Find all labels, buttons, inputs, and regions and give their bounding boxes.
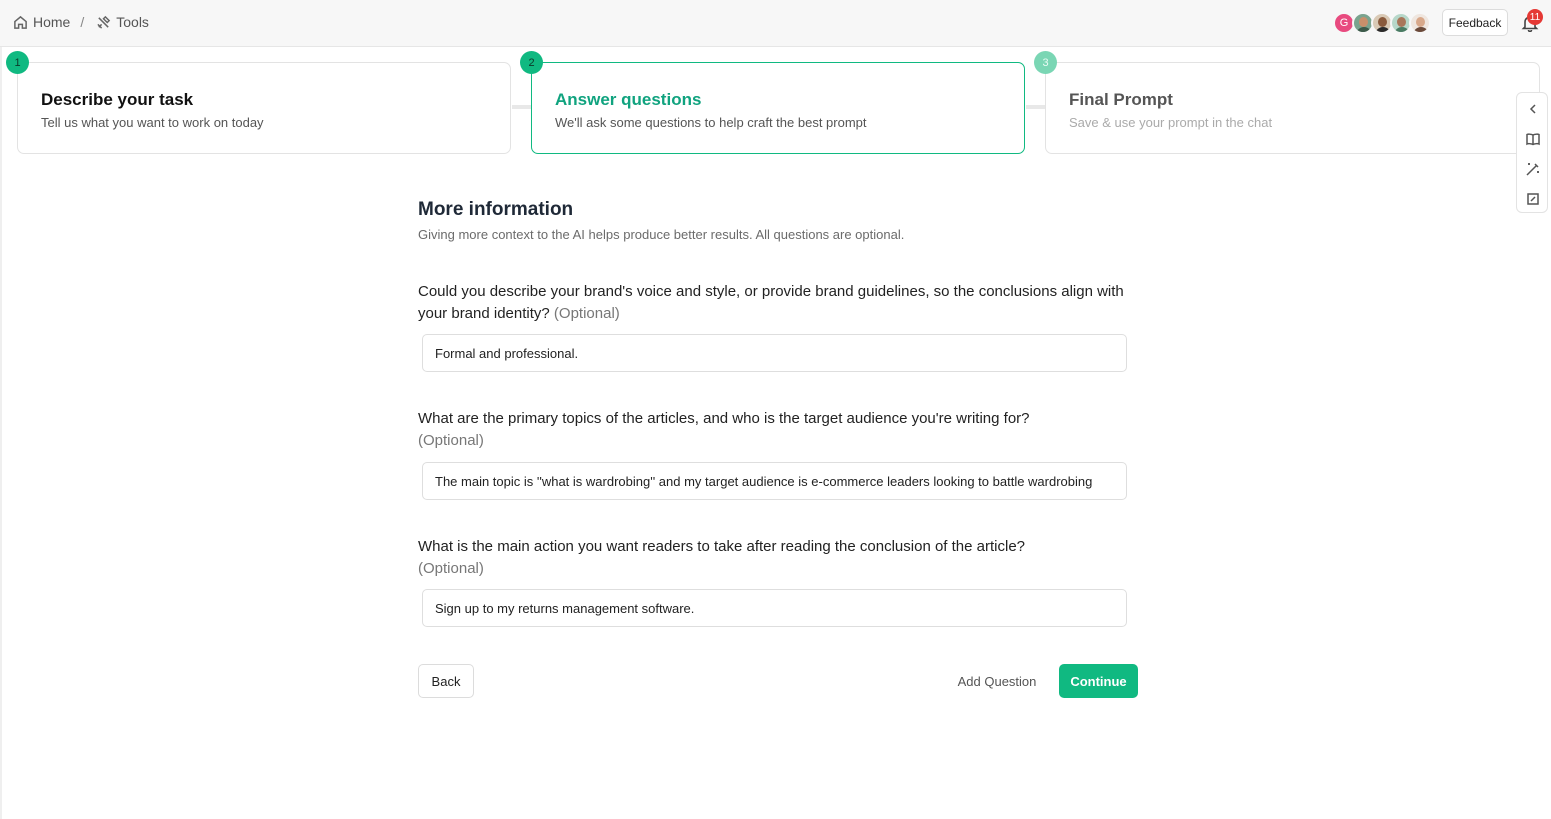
continue-button[interactable]: Continue <box>1059 664 1138 698</box>
edit-icon <box>1527 193 1539 205</box>
optional-label: (Optional) <box>418 560 484 577</box>
step-number: 3 <box>1034 51 1057 74</box>
breadcrumb-tools-label: Tools <box>116 14 149 30</box>
magic-button[interactable] <box>1525 161 1541 177</box>
breadcrumb: Home / Tools <box>13 14 149 30</box>
back-button[interactable]: Back <box>418 664 474 698</box>
step-final-prompt[interactable]: 3 Final Prompt Save & use your prompt in… <box>1034 51 1540 154</box>
answer-2-input[interactable] <box>422 462 1127 500</box>
magic-wand-icon <box>1526 163 1539 176</box>
notifications-button[interactable]: 11 <box>1521 9 1543 33</box>
question-1: Could you describe your brand's voice an… <box>418 281 1138 325</box>
avatar[interactable] <box>1409 12 1431 34</box>
notification-badge: 11 <box>1527 9 1543 25</box>
step-title: Describe your task <box>41 90 194 109</box>
step-answer-questions[interactable]: 2 Answer questions We'll ask some questi… <box>520 51 1025 154</box>
answer-3-input[interactable] <box>422 589 1127 627</box>
home-icon <box>14 15 27 29</box>
step-title: Answer questions <box>555 90 702 109</box>
step-number: 1 <box>6 51 29 74</box>
step-number: 2 <box>520 51 543 74</box>
feedback-button[interactable]: Feedback <box>1442 9 1508 36</box>
breadcrumb-home-label: Home <box>33 14 71 30</box>
optional-label: (Optional) <box>553 305 620 322</box>
side-toolbar <box>1516 92 1548 213</box>
tools-icon <box>97 15 111 29</box>
page-left-border <box>0 47 2 819</box>
top-bar: Home / Tools G Feedback 11 <box>0 0 1551 47</box>
library-button[interactable] <box>1525 131 1541 147</box>
step-connector <box>1026 105 1045 109</box>
chevron-left-icon <box>1529 104 1536 114</box>
form-intro: Giving more context to the AI helps prod… <box>418 227 905 242</box>
question-text: What is the main action you want readers… <box>418 538 1026 555</box>
more-information-form: More information Giving more context to … <box>418 199 1138 627</box>
answer-1-input[interactable] <box>422 334 1127 372</box>
step-subtitle: Save & use your prompt in the chat <box>1069 115 1273 130</box>
step-title: Final Prompt <box>1069 90 1173 109</box>
book-icon <box>1526 133 1540 146</box>
add-question-button[interactable]: Add Question <box>945 664 1049 698</box>
step-describe-task[interactable]: 1 Describe your task Tell us what you wa… <box>6 51 511 154</box>
form-title: More information <box>418 199 574 220</box>
step-connector <box>512 105 531 109</box>
question-text: Could you describe your brand's voice an… <box>418 283 1124 322</box>
collaborator-avatars[interactable]: G <box>1333 12 1431 34</box>
edit-button[interactable] <box>1525 191 1541 207</box>
step-subtitle: Tell us what you want to work on today <box>41 115 264 130</box>
question-text: What are the primary topics of the artic… <box>418 410 1030 427</box>
question-3: What is the main action you want readers… <box>418 536 1138 580</box>
breadcrumb-separator: / <box>80 14 85 30</box>
step-subtitle: We'll ask some questions to help craft t… <box>555 115 867 130</box>
breadcrumb-tools[interactable]: Tools <box>96 14 149 30</box>
breadcrumb-home[interactable]: Home <box>13 14 70 30</box>
collapse-button[interactable] <box>1525 101 1541 117</box>
optional-label: (Optional) <box>418 432 484 449</box>
question-2: What are the primary topics of the artic… <box>418 408 1138 452</box>
